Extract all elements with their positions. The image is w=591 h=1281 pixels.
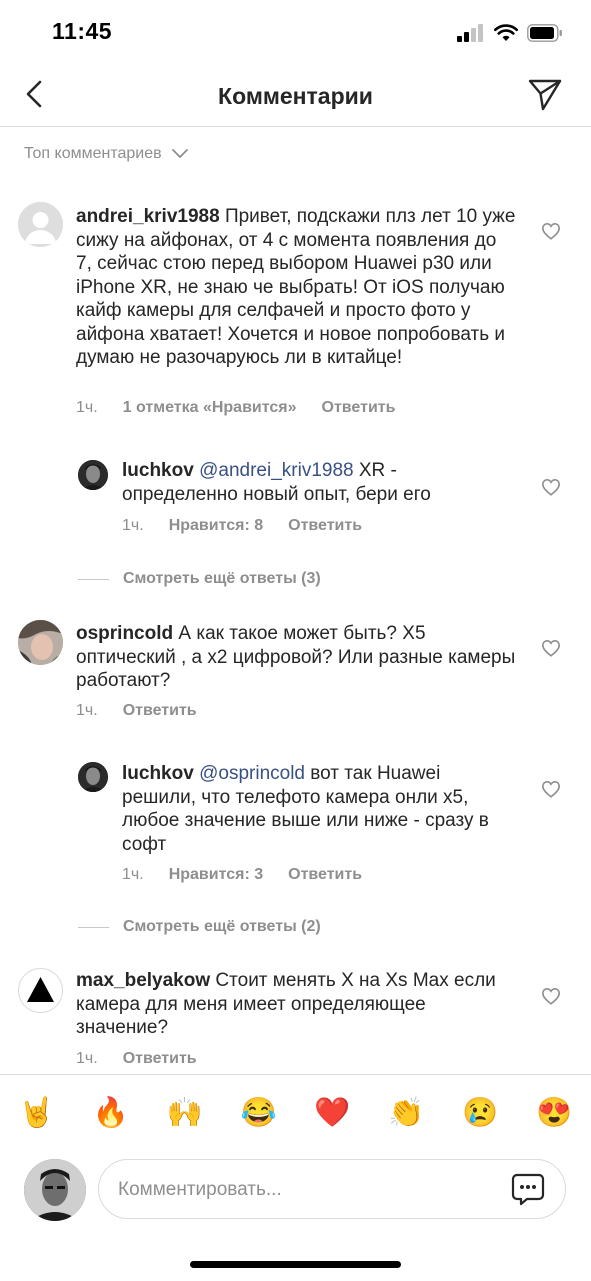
direct-send-icon[interactable] [527, 76, 563, 112]
comment-text: osprincold А как такое может быть? Х5 оп… [76, 622, 516, 693]
comment-likes[interactable]: 1 отметка «Нравится» [123, 399, 297, 417]
reply-button[interactable]: Ответить [322, 399, 396, 417]
battery-icon [527, 24, 562, 42]
user-photo-icon [78, 460, 108, 490]
comment-composer: 🤘 🔥 🙌 😂 ❤️ 👏 😢 😍 [0, 1074, 591, 1281]
emoji-clap[interactable]: 👏 [369, 1093, 443, 1133]
triangle-logo-icon [27, 977, 54, 1002]
view-more-replies-label: Смотреть ещё ответы (3) [123, 570, 321, 587]
emoji-raised-hands[interactable]: 🙌 [148, 1093, 222, 1133]
status-bar: 11:45 [0, 0, 591, 62]
page-title: Комментарии [218, 83, 373, 109]
signal-icon [457, 24, 483, 42]
reply-mention[interactable]: @andrei_kriv1988 [199, 460, 354, 481]
comment-meta: 1ч. Ответить [76, 1050, 197, 1068]
comment-time: 1ч. [76, 702, 98, 719]
view-more-replies[interactable]: Смотреть ещё ответы (2) [78, 918, 321, 936]
view-more-replies[interactable]: Смотреть ещё ответы (3) [78, 570, 321, 588]
user-photo-icon [78, 762, 108, 792]
emoji-fire[interactable]: 🔥 [74, 1093, 148, 1133]
comment-username[interactable]: andrei_kriv1988 [76, 206, 220, 227]
reply-mention[interactable]: @osprincold [199, 763, 305, 784]
my-avatar [24, 1159, 86, 1221]
status-time: 11:45 [52, 18, 113, 44]
like-heart-icon[interactable] [541, 222, 561, 240]
emoji-bar: 🤘 🔥 🙌 😂 ❤️ 👏 😢 😍 [0, 1093, 591, 1133]
reply-button[interactable]: Ответить [123, 1050, 197, 1068]
avatar[interactable] [78, 460, 108, 490]
comment-meta: 1ч. 1 отметка «Нравится» Ответить [76, 399, 395, 417]
header: Комментарии [0, 62, 591, 127]
like-heart-icon[interactable] [541, 780, 561, 798]
like-heart-icon[interactable] [541, 639, 561, 657]
comment-username[interactable]: max_belyakow [76, 970, 210, 991]
default-avatar-icon [18, 202, 63, 247]
chevron-down-icon [171, 149, 188, 158]
avatar[interactable] [78, 762, 108, 792]
emoji-heart-eyes[interactable]: 😍 [517, 1093, 591, 1133]
gif-sticker-icon[interactable] [511, 1172, 545, 1206]
avatar[interactable] [18, 620, 63, 665]
divider-line [78, 578, 109, 580]
reply-likes[interactable]: Нравится: 8 [169, 517, 263, 535]
comment-body: Привет, подскажи плз лет 10 уже сижу на … [76, 206, 516, 368]
sort-dropdown[interactable]: Топ комментариев [24, 145, 188, 163]
comment-username[interactable]: osprincold [76, 623, 173, 644]
divider-line [78, 926, 109, 928]
reply-button[interactable]: Ответить [288, 866, 362, 884]
reply-button[interactable]: Ответить [288, 517, 362, 535]
comment-time: 1ч. [76, 1050, 98, 1067]
comment-text: max_belyakow Стоит менять Х на Xs Max ес… [76, 969, 516, 1040]
reply-meta: 1ч. Нравится: 8 Ответить [122, 517, 362, 535]
reply-time: 1ч. [122, 517, 144, 534]
reply-button[interactable]: Ответить [123, 702, 197, 720]
comment-meta: 1ч. Ответить [76, 702, 197, 720]
avatar[interactable] [18, 202, 63, 247]
reply-likes[interactable]: Нравится: 3 [169, 866, 263, 884]
view-more-replies-label: Смотреть ещё ответы (2) [123, 918, 321, 935]
reply-username[interactable]: luchkov [122, 763, 194, 784]
reply-time: 1ч. [122, 866, 144, 883]
wifi-icon [494, 24, 518, 41]
reply-text: luchkov @andrei_kriv1988 XR - определенн… [122, 459, 517, 506]
comment-input[interactable] [116, 1160, 500, 1220]
user-photo-icon [24, 1159, 86, 1221]
home-indicator[interactable] [190, 1261, 401, 1268]
emoji-joy[interactable]: 😂 [222, 1093, 296, 1133]
status-icons [457, 22, 563, 44]
emoji-heart[interactable]: ❤️ [296, 1093, 370, 1133]
comment-text: andrei_kriv1988 Привет, подскажи плз лет… [76, 205, 516, 370]
reply-username[interactable]: luchkov [122, 460, 194, 481]
emoji-rock-on[interactable]: 🤘 [0, 1093, 74, 1133]
avatar[interactable] [18, 968, 63, 1013]
like-heart-icon[interactable] [541, 478, 561, 496]
reply-text: luchkov @osprincold вот так Huawei решил… [122, 762, 517, 856]
reply-meta: 1ч. Нравится: 3 Ответить [122, 866, 362, 884]
comment-input-container [98, 1159, 566, 1220]
emoji-cry[interactable]: 😢 [443, 1093, 517, 1133]
comment-time: 1ч. [76, 399, 98, 416]
like-heart-icon[interactable] [541, 987, 561, 1005]
sort-label: Топ комментариев [24, 145, 162, 162]
user-photo-icon [18, 620, 63, 665]
